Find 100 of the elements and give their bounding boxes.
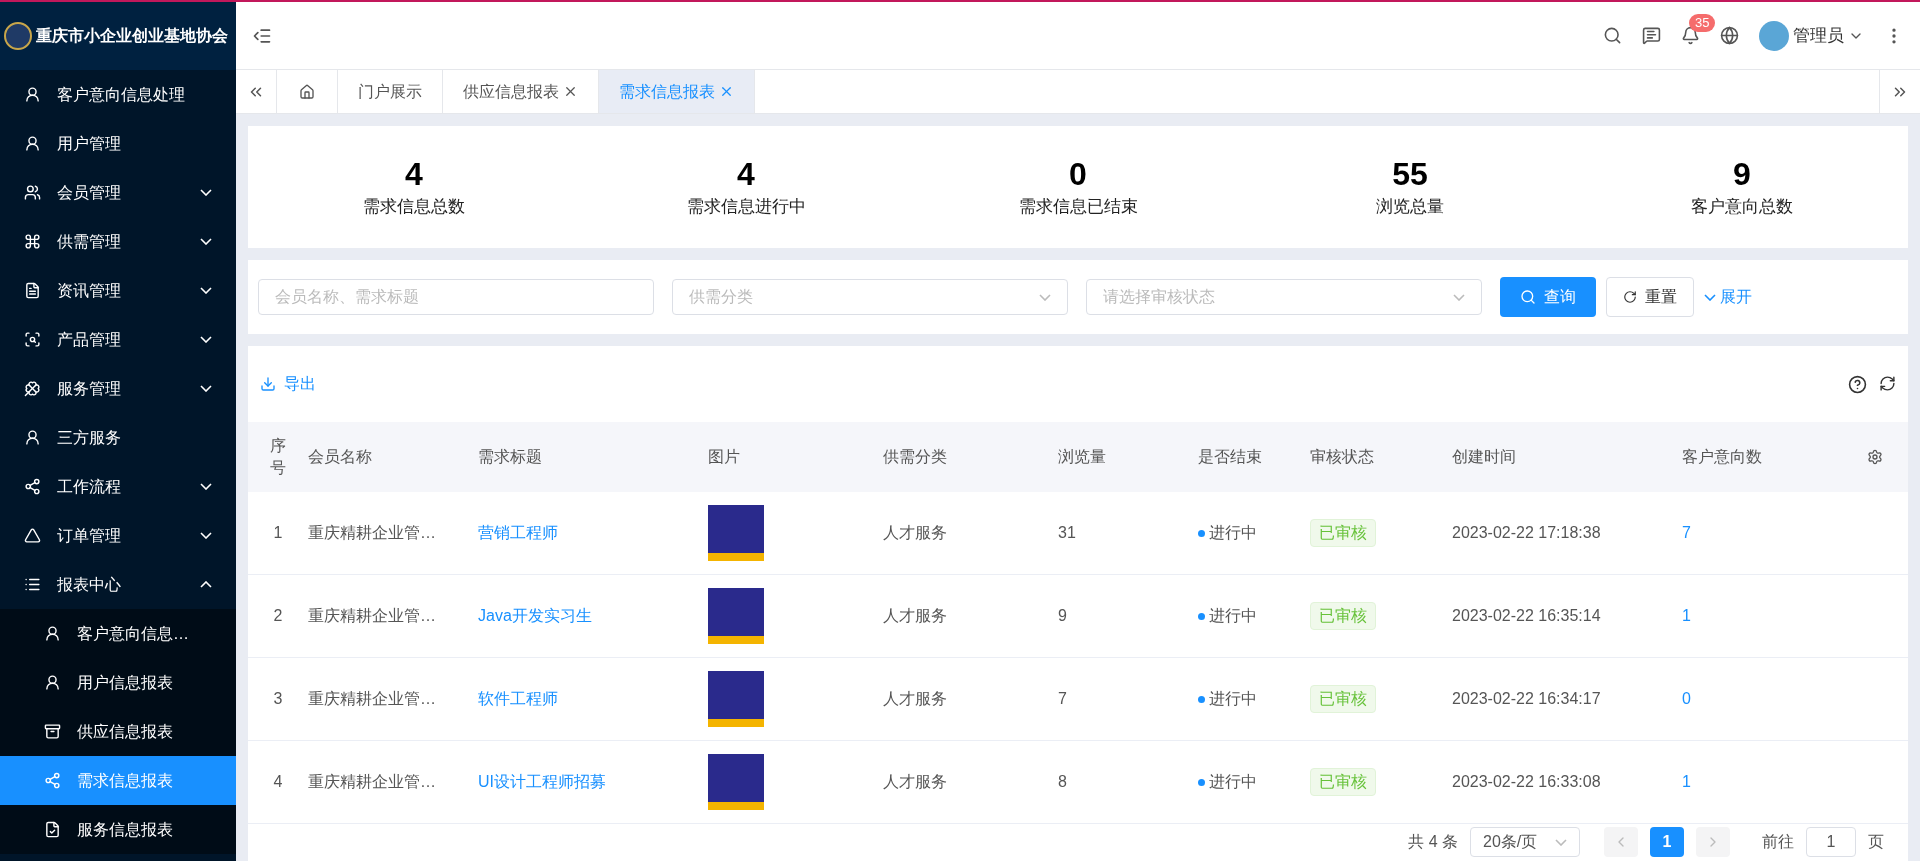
chevron-down-icon bbox=[200, 287, 212, 294]
page-jump-field[interactable]: 1 bbox=[1806, 827, 1856, 857]
table-cell-text: 进行中 bbox=[1209, 689, 1257, 709]
stat-label: 浏览总量 bbox=[1376, 196, 1444, 219]
jump-label: 前往 bbox=[1762, 832, 1794, 852]
column-header: 需求标题 bbox=[478, 447, 543, 467]
table-cell-text: 4 bbox=[272, 772, 284, 792]
chevron-down-icon bbox=[1704, 293, 1716, 301]
poster-thumbnail bbox=[708, 588, 764, 644]
menu-icon bbox=[44, 772, 61, 789]
menu-icon bbox=[44, 723, 61, 740]
page-size-select[interactable]: 20条/页 bbox=[1470, 827, 1580, 857]
sidebar-item[interactable]: 会员管理 bbox=[0, 168, 236, 217]
logo-icon bbox=[4, 22, 32, 50]
sidebar-item[interactable]: 工作流程 bbox=[0, 462, 236, 511]
stat-value: 4 bbox=[405, 155, 423, 195]
sidebar-item[interactable]: 产品管理 bbox=[0, 315, 236, 364]
stat-value: 55 bbox=[1392, 155, 1428, 195]
poster-thumbnail bbox=[708, 505, 764, 561]
refresh-icon[interactable] bbox=[1879, 374, 1896, 392]
column-header: 是否结束 bbox=[1198, 447, 1263, 467]
menu-icon bbox=[24, 184, 41, 201]
user-menu[interactable]: 管理员 bbox=[1759, 20, 1864, 51]
home-icon bbox=[299, 83, 315, 100]
table-cell-text: 进行中 bbox=[1209, 606, 1257, 626]
table-cell-text: 人才服务 bbox=[883, 689, 948, 709]
search-icon[interactable] bbox=[1603, 26, 1622, 45]
review-tag: 已审核 bbox=[1310, 602, 1376, 630]
chevron-down-icon bbox=[200, 483, 212, 490]
stat-value: 4 bbox=[737, 155, 755, 195]
sidebar-item[interactable]: 用户管理 bbox=[0, 119, 236, 168]
reset-button[interactable]: 重置 bbox=[1606, 277, 1694, 317]
stat-label: 需求信息进行中 bbox=[686, 196, 806, 219]
help-icon[interactable] bbox=[1848, 374, 1867, 394]
chevron-down-icon bbox=[1555, 838, 1567, 846]
column-header: 供需分类 bbox=[883, 447, 948, 467]
table-cell-text: 进行中 bbox=[1209, 772, 1257, 792]
reset-icon bbox=[1623, 290, 1637, 304]
table-cell-text: 重庆精耕企业管… bbox=[308, 606, 437, 626]
menu-icon bbox=[44, 674, 61, 691]
menu-icon bbox=[24, 527, 41, 544]
sidebar-subitem[interactable]: 供应信息报表 bbox=[0, 707, 236, 756]
column-header: 审核状态 bbox=[1310, 447, 1375, 467]
chevron-down-icon bbox=[200, 385, 212, 392]
stat-label: 客户意向总数 bbox=[1691, 196, 1793, 219]
menu-icon bbox=[24, 478, 41, 495]
stat-label: 需求信息总数 bbox=[363, 196, 465, 219]
column-header: 创建时间 bbox=[1452, 447, 1517, 467]
stat-value: 0 bbox=[1069, 155, 1087, 195]
message-icon[interactable] bbox=[1642, 26, 1661, 45]
notification-badge: 35 bbox=[1689, 14, 1716, 32]
sidebar-item[interactable]: 服务管理 bbox=[0, 364, 236, 413]
settings-icon[interactable] bbox=[1867, 449, 1883, 465]
chevron-down-icon bbox=[1039, 293, 1051, 301]
review-tag: 已审核 bbox=[1310, 685, 1376, 713]
menu-icon bbox=[24, 233, 41, 250]
poster-thumbnail bbox=[708, 671, 764, 727]
page-suffix: 页 bbox=[1868, 832, 1884, 852]
review-tag: 已审核 bbox=[1310, 519, 1376, 547]
chevron-down-icon bbox=[1453, 293, 1465, 301]
menu-icon bbox=[24, 576, 41, 593]
sidebar-item[interactable]: 订单管理 bbox=[0, 511, 236, 560]
chevron-down-icon bbox=[200, 189, 212, 196]
sidebar-item[interactable]: 供需管理 bbox=[0, 217, 236, 266]
column-header: 会员名称 bbox=[308, 447, 373, 467]
avatar bbox=[1759, 20, 1789, 51]
search-icon bbox=[1520, 289, 1536, 305]
chevron-down-icon bbox=[200, 336, 212, 343]
sidebar-item[interactable]: 三方服务 bbox=[0, 413, 236, 462]
sidebar-subitem[interactable]: 用户信息报表 bbox=[0, 658, 236, 707]
menu-icon bbox=[24, 282, 41, 299]
table-cell-text: 9 bbox=[1058, 606, 1068, 626]
sidebar-item[interactable]: 报表中心 bbox=[0, 560, 236, 609]
table-cell-text: 进行中 bbox=[1209, 523, 1257, 543]
download-icon bbox=[260, 376, 276, 392]
keyword-field[interactable]: 会员名称、需求标题 bbox=[258, 279, 654, 315]
page-tab[interactable]: 门户展示 bbox=[338, 70, 443, 113]
stat-label: 需求信息已结束 bbox=[1018, 196, 1138, 219]
table-cell-text: 重庆精耕企业管… bbox=[308, 523, 437, 543]
chevron-up-icon bbox=[200, 581, 212, 588]
table-cell-text: 7 bbox=[1058, 689, 1068, 709]
menu-icon bbox=[24, 86, 41, 103]
menu-icon bbox=[24, 380, 41, 397]
table-cell-text: 2 bbox=[272, 606, 284, 626]
table-cell-text: 3 bbox=[272, 689, 284, 709]
table-cell-text: 8 bbox=[1058, 772, 1068, 792]
chevron-down-icon bbox=[200, 238, 212, 245]
sidebar-subitem[interactable]: 服务信息报表 bbox=[0, 805, 236, 854]
globe-icon[interactable] bbox=[1720, 26, 1739, 45]
menu-icon bbox=[24, 135, 41, 152]
chevron-down-icon bbox=[200, 532, 212, 539]
sidebar-item[interactable]: 资讯管理 bbox=[0, 266, 236, 315]
table-cell-text: 1 bbox=[272, 523, 284, 543]
column-header: 客户意向数 bbox=[1682, 447, 1763, 467]
sidebar-item[interactable]: 客户意向信息处理 bbox=[0, 70, 236, 119]
table-cell-text: 2023-02-22 16:34:17 bbox=[1452, 689, 1602, 709]
menu-icon bbox=[24, 429, 41, 446]
bell-icon[interactable] bbox=[1681, 26, 1700, 45]
close-icon[interactable] bbox=[563, 84, 578, 99]
sidebar-subitem[interactable]: 客户意向信息… bbox=[0, 609, 236, 658]
